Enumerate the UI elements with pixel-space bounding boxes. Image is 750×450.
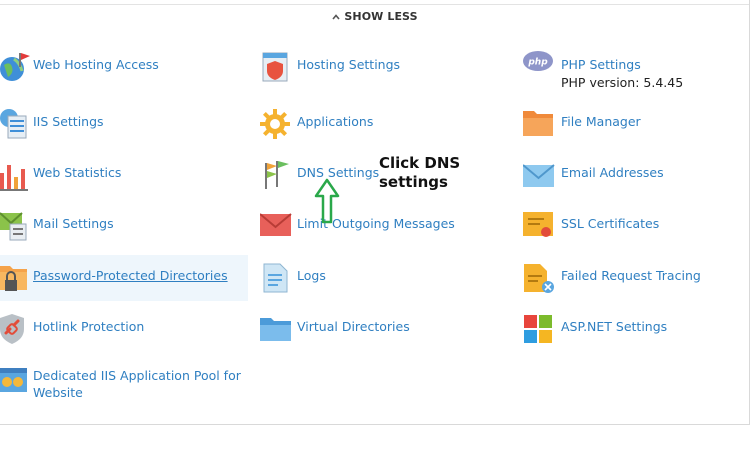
folder-icon [260,318,291,341]
shield-link-icon [0,314,24,344]
show-less-toggle[interactable]: SHOW LESS [0,10,750,23]
mail-settings-icon [0,212,27,241]
dns-flags-icon [265,161,289,189]
dedicated-iis-application-pool-link[interactable]: Dedicated IIS Application Pool for Websit… [33,367,241,401]
log-file-icon [263,263,288,293]
annotation-line-1: Click DNS [379,154,461,172]
virtual-directories-link[interactable]: Virtual Directories [297,319,410,334]
windows-tiles-icon [524,315,552,343]
logs-link[interactable]: Logs [297,268,326,283]
annotation-line-2: settings [379,173,448,191]
hosting-settings-link[interactable]: Hosting Settings [297,57,400,72]
php-version-text: PHP version: 5.4.45 [561,75,684,90]
envelope-limit-icon [260,213,292,236]
hotlink-protection-link[interactable]: Hotlink Protection [33,319,144,334]
ssl-certificates-link[interactable]: SSL Certificates [561,216,659,231]
iis-settings-item[interactable]: IIS Settings [0,108,240,152]
dedicated-iis-application-pool-item[interactable]: Dedicated IIS Application Pool for Websit… [0,365,245,405]
trace-document-icon [524,264,554,293]
hosting-settings-item[interactable]: Hosting Settings [260,51,490,95]
virtual-directories-item[interactable]: Virtual Directories [260,313,490,357]
aspnet-settings-item[interactable]: ASP.NET Settings [523,313,743,357]
app-pool-icon [0,368,27,392]
tools-settings-panel: SHOW LESS Web Hosting Access IIS Setting… [0,0,750,425]
up-arrow-annotation-icon [314,178,340,224]
show-less-label: SHOW LESS [344,10,418,23]
failed-request-tracing-link[interactable]: Failed Request Tracing [561,268,701,283]
applications-item[interactable]: Applications [260,108,490,152]
globe-flag-icon [0,53,30,81]
email-addresses-link[interactable]: Email Addresses [561,165,664,180]
failed-request-tracing-item[interactable]: Failed Request Tracing [523,262,743,306]
iis-settings-link[interactable]: IIS Settings [33,114,104,129]
aspnet-settings-link[interactable]: ASP.NET Settings [561,319,667,334]
orange-folder-icon [523,111,553,136]
locked-folder-icon [0,266,27,291]
file-manager-link[interactable]: File Manager [561,114,641,129]
mail-settings-item[interactable]: Mail Settings [0,210,240,254]
ssl-certificates-item[interactable]: SSL Certificates [523,210,743,254]
certificate-icon [523,212,553,237]
hotlink-protection-item[interactable]: Hotlink Protection [0,313,240,357]
svg-text:php: php [527,58,548,68]
dedicated-pool-label-line2: Website [33,385,83,400]
web-hosting-access-link[interactable]: Web Hosting Access [33,57,159,72]
applications-link[interactable]: Applications [297,114,373,129]
logs-item[interactable]: Logs [260,262,490,306]
email-addresses-item[interactable]: Email Addresses [523,159,743,203]
chevron-up-icon [332,14,340,20]
web-statistics-item[interactable]: Web Statistics [0,159,240,203]
file-manager-item[interactable]: File Manager [523,108,743,152]
gear-icon [260,109,290,139]
web-hosting-access-item[interactable]: Web Hosting Access [0,51,240,95]
envelope-icon [523,164,555,187]
dedicated-pool-label-line1: Dedicated IIS Application Pool for [33,368,241,383]
password-protected-directories-item[interactable]: Password-Protected Directories [0,262,240,306]
mail-settings-link[interactable]: Mail Settings [33,216,114,231]
server-settings-icon [0,109,27,139]
web-statistics-link[interactable]: Web Statistics [33,165,121,180]
php-settings-item[interactable]: php PHP Settings PHP version: 5.4.45 [523,51,743,95]
document-shield-icon [262,52,288,82]
bar-chart-icon [0,165,28,191]
php-icon: php [523,51,553,71]
panel-top-border [0,0,749,5]
php-settings-link[interactable]: PHP Settings [561,57,641,72]
password-protected-directories-link[interactable]: Password-Protected Directories [33,268,228,283]
click-dns-annotation: Click DNS settings [379,154,460,192]
limit-outgoing-messages-item[interactable]: Limit Outgoing Messages [260,210,490,254]
